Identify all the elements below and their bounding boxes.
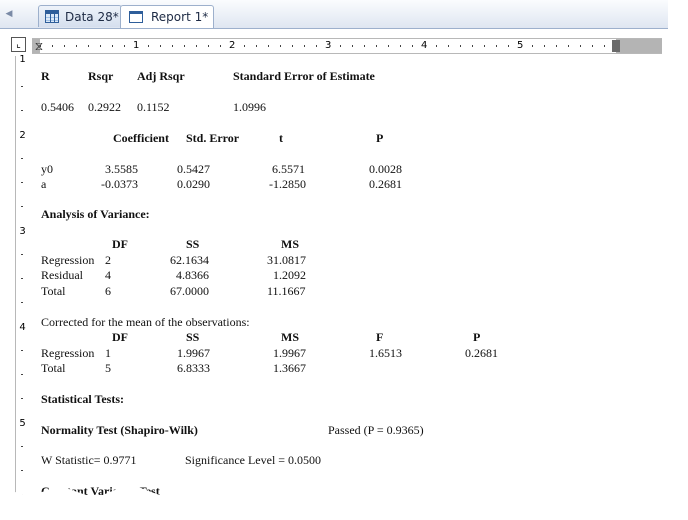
w-statistic: W Statistic= 0.9771 bbox=[41, 453, 137, 467]
report-icon bbox=[129, 11, 143, 23]
anova-header-ss: SS bbox=[186, 237, 200, 251]
coef-row-name: y0 bbox=[41, 162, 53, 176]
value-r: 0.5406 bbox=[41, 100, 74, 114]
header-p: P bbox=[376, 131, 384, 145]
corrected-header-f: F bbox=[376, 330, 384, 344]
coef-row-se: 0.5427 bbox=[177, 162, 210, 176]
tests-title: Statistical Tests: bbox=[41, 392, 125, 406]
ruler-number: 1 bbox=[132, 39, 141, 53]
right-margin-marker-icon[interactable] bbox=[612, 40, 620, 52]
ruler-number: 4 bbox=[420, 39, 429, 53]
indent-marker-icon[interactable]: ⧖ bbox=[34, 39, 44, 53]
corrected-row-ms: 1.3667 bbox=[273, 361, 306, 375]
horizontal-ruler[interactable]: ⧖ 1 2 3 4 5 bbox=[32, 38, 662, 54]
anova-row-name: Regression bbox=[41, 253, 95, 267]
value-rsqr: 0.2922 bbox=[88, 100, 121, 114]
normality-test-result: Passed (P = 0.9365) bbox=[328, 423, 424, 437]
corrected-row-name: Regression bbox=[41, 346, 95, 360]
anova-row-df: 6 bbox=[105, 284, 111, 298]
tab-data-28[interactable]: Data 28* bbox=[38, 5, 122, 27]
report-page[interactable]: R Rsqr Adj Rsqr Standard Error of Estima… bbox=[28, 56, 660, 500]
anova-header-df: DF bbox=[112, 237, 128, 251]
normality-test-title: Normality Test (Shapiro-Wilk) bbox=[41, 423, 198, 437]
coef-row-coef: -0.0373 bbox=[101, 177, 138, 191]
header-t: t bbox=[279, 131, 283, 145]
header-rsqr: Rsqr bbox=[88, 69, 114, 83]
anova-row-ss: 67.0000 bbox=[170, 284, 209, 298]
anova-header-ms: MS bbox=[281, 237, 299, 251]
anova-row-name: Total bbox=[41, 284, 66, 298]
coef-row-t: 6.5571 bbox=[272, 162, 305, 176]
anova-row-df: 2 bbox=[105, 253, 111, 267]
anova-row-ss: 62.1634 bbox=[170, 253, 209, 267]
corrected-header-ms: MS bbox=[281, 330, 299, 344]
tab-strip: ◀ Data 28* Report 1* bbox=[0, 0, 668, 29]
anova-row-ms: 1.2092 bbox=[273, 268, 306, 282]
header-coefficient: Coefficient bbox=[113, 131, 169, 145]
tab-stop-selector[interactable]: ⌞ bbox=[11, 37, 26, 52]
significance-level: Significance Level = 0.0500 bbox=[185, 453, 322, 467]
coef-row-coef: 3.5585 bbox=[105, 162, 138, 176]
anova-row-df: 4 bbox=[105, 268, 111, 282]
ruler-number: 2 bbox=[228, 39, 237, 53]
coef-row-p: 0.0028 bbox=[369, 162, 402, 176]
tab-report-1[interactable]: Report 1* bbox=[120, 5, 214, 28]
header-r: R bbox=[41, 69, 50, 83]
tab-label: Report 1* bbox=[151, 10, 209, 24]
corrected-row-df: 1 bbox=[105, 346, 111, 360]
corrected-row-name: Total bbox=[41, 361, 66, 375]
corrected-row-ms: 1.9967 bbox=[273, 346, 306, 360]
corrected-header-df: DF bbox=[112, 330, 128, 344]
corrected-header-ss: SS bbox=[186, 330, 200, 344]
ruler-ticks bbox=[21, 62, 23, 500]
value-std-error-estimate: 1.0996 bbox=[233, 100, 266, 114]
report-window: ◀ Data 28* Report 1* ⌞ ⧖ 1 2 3 4 5 1 2 3… bbox=[0, 0, 668, 500]
ruler-margin-right bbox=[616, 39, 662, 53]
tab-scroll-left-icon[interactable]: ◀ bbox=[2, 5, 16, 23]
coef-row-name: a bbox=[41, 177, 47, 191]
corrected-row-f: 1.6513 bbox=[369, 346, 402, 360]
corrected-row-p: 0.2681 bbox=[465, 346, 498, 360]
anova-row-ms: 31.0817 bbox=[267, 253, 306, 267]
coef-row-se: 0.0290 bbox=[177, 177, 210, 191]
ruler-number: 5 bbox=[516, 39, 525, 53]
anova-title: Analysis of Variance: bbox=[41, 207, 150, 221]
worksheet-icon bbox=[45, 10, 59, 23]
ruler-number: 3 bbox=[324, 39, 333, 53]
corrected-note: Corrected for the mean of the observatio… bbox=[41, 315, 250, 329]
corrected-row-df: 5 bbox=[105, 361, 111, 375]
anova-row-ss: 4.8366 bbox=[176, 268, 209, 282]
tab-label: Data 28* bbox=[65, 9, 119, 24]
anova-row-name: Residual bbox=[41, 268, 83, 282]
corrected-row-ss: 1.9967 bbox=[177, 346, 210, 360]
header-std-error-estimate: Standard Error of Estimate bbox=[233, 69, 375, 83]
coef-row-t: -1.2850 bbox=[269, 177, 306, 191]
corrected-row-ss: 6.8333 bbox=[177, 361, 210, 375]
anova-row-ms: 11.1667 bbox=[267, 284, 306, 298]
header-adj-rsqr: Adj Rsqr bbox=[137, 69, 185, 83]
corrected-header-p: P bbox=[473, 330, 481, 344]
value-adj-rsqr: 0.1152 bbox=[137, 100, 170, 114]
header-std-error: Std. Error bbox=[186, 131, 240, 145]
coef-row-p: 0.2681 bbox=[369, 177, 402, 191]
